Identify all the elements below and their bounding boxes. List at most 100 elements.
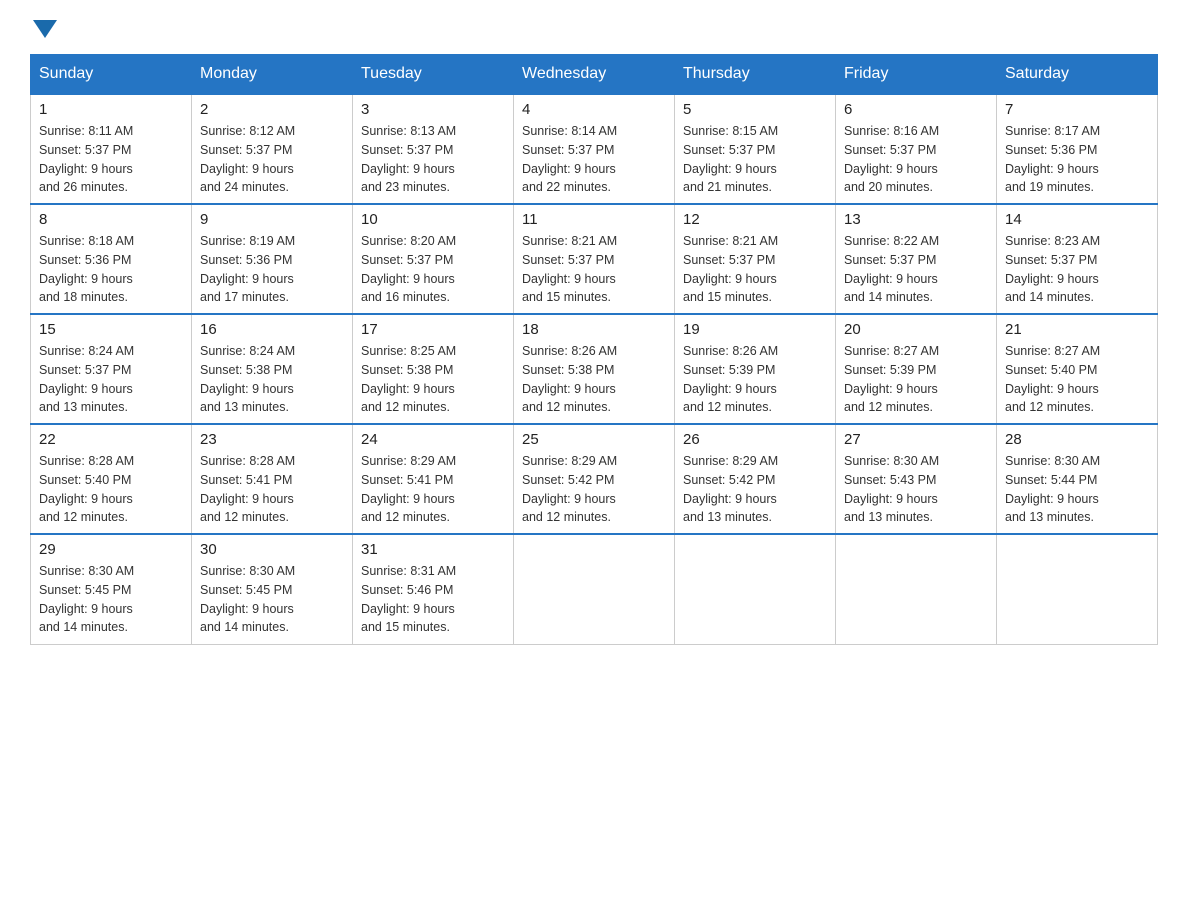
day-number: 13 (844, 211, 988, 228)
calendar-cell: 28 Sunrise: 8:30 AM Sunset: 5:44 PM Dayl… (997, 424, 1158, 534)
day-info: Sunrise: 8:24 AM Sunset: 5:38 PM Dayligh… (200, 342, 344, 417)
day-info: Sunrise: 8:26 AM Sunset: 5:38 PM Dayligh… (522, 342, 666, 417)
header-saturday: Saturday (997, 55, 1158, 95)
day-number: 16 (200, 321, 344, 338)
header-thursday: Thursday (675, 55, 836, 95)
day-number: 30 (200, 541, 344, 558)
day-info: Sunrise: 8:21 AM Sunset: 5:37 PM Dayligh… (522, 232, 666, 307)
day-info: Sunrise: 8:28 AM Sunset: 5:41 PM Dayligh… (200, 452, 344, 527)
day-number: 2 (200, 101, 344, 118)
day-info: Sunrise: 8:30 AM Sunset: 5:44 PM Dayligh… (1005, 452, 1149, 527)
calendar-cell: 19 Sunrise: 8:26 AM Sunset: 5:39 PM Dayl… (675, 314, 836, 424)
calendar-cell (997, 534, 1158, 644)
day-info: Sunrise: 8:21 AM Sunset: 5:37 PM Dayligh… (683, 232, 827, 307)
day-info: Sunrise: 8:18 AM Sunset: 5:36 PM Dayligh… (39, 232, 183, 307)
day-info: Sunrise: 8:30 AM Sunset: 5:45 PM Dayligh… (200, 562, 344, 637)
day-number: 27 (844, 431, 988, 448)
day-info: Sunrise: 8:27 AM Sunset: 5:40 PM Dayligh… (1005, 342, 1149, 417)
calendar-cell: 4 Sunrise: 8:14 AM Sunset: 5:37 PM Dayli… (514, 94, 675, 204)
day-number: 8 (39, 211, 183, 228)
calendar-cell: 24 Sunrise: 8:29 AM Sunset: 5:41 PM Dayl… (353, 424, 514, 534)
header-friday: Friday (836, 55, 997, 95)
day-number: 29 (39, 541, 183, 558)
calendar-cell: 25 Sunrise: 8:29 AM Sunset: 5:42 PM Dayl… (514, 424, 675, 534)
day-number: 21 (1005, 321, 1149, 338)
header-wednesday: Wednesday (514, 55, 675, 95)
day-number: 20 (844, 321, 988, 338)
logo-triangle-icon (33, 20, 57, 38)
day-number: 18 (522, 321, 666, 338)
calendar-cell: 10 Sunrise: 8:20 AM Sunset: 5:37 PM Dayl… (353, 204, 514, 314)
calendar-cell: 21 Sunrise: 8:27 AM Sunset: 5:40 PM Dayl… (997, 314, 1158, 424)
day-number: 28 (1005, 431, 1149, 448)
day-info: Sunrise: 8:29 AM Sunset: 5:42 PM Dayligh… (522, 452, 666, 527)
day-info: Sunrise: 8:19 AM Sunset: 5:36 PM Dayligh… (200, 232, 344, 307)
day-info: Sunrise: 8:25 AM Sunset: 5:38 PM Dayligh… (361, 342, 505, 417)
day-number: 1 (39, 101, 183, 118)
calendar-cell: 6 Sunrise: 8:16 AM Sunset: 5:37 PM Dayli… (836, 94, 997, 204)
header-monday: Monday (192, 55, 353, 95)
day-info: Sunrise: 8:26 AM Sunset: 5:39 PM Dayligh… (683, 342, 827, 417)
day-info: Sunrise: 8:30 AM Sunset: 5:45 PM Dayligh… (39, 562, 183, 637)
calendar-cell: 9 Sunrise: 8:19 AM Sunset: 5:36 PM Dayli… (192, 204, 353, 314)
day-info: Sunrise: 8:24 AM Sunset: 5:37 PM Dayligh… (39, 342, 183, 417)
page-header (30, 20, 1158, 34)
day-number: 26 (683, 431, 827, 448)
day-info: Sunrise: 8:12 AM Sunset: 5:37 PM Dayligh… (200, 122, 344, 197)
day-info: Sunrise: 8:20 AM Sunset: 5:37 PM Dayligh… (361, 232, 505, 307)
day-info: Sunrise: 8:16 AM Sunset: 5:37 PM Dayligh… (844, 122, 988, 197)
day-info: Sunrise: 8:29 AM Sunset: 5:42 PM Dayligh… (683, 452, 827, 527)
day-info: Sunrise: 8:30 AM Sunset: 5:43 PM Dayligh… (844, 452, 988, 527)
calendar-cell: 30 Sunrise: 8:30 AM Sunset: 5:45 PM Dayl… (192, 534, 353, 644)
day-number: 11 (522, 211, 666, 228)
day-number: 14 (1005, 211, 1149, 228)
calendar-cell: 23 Sunrise: 8:28 AM Sunset: 5:41 PM Dayl… (192, 424, 353, 534)
calendar-cell: 26 Sunrise: 8:29 AM Sunset: 5:42 PM Dayl… (675, 424, 836, 534)
day-number: 10 (361, 211, 505, 228)
calendar-cell: 22 Sunrise: 8:28 AM Sunset: 5:40 PM Dayl… (31, 424, 192, 534)
header-tuesday: Tuesday (353, 55, 514, 95)
calendar-cell: 7 Sunrise: 8:17 AM Sunset: 5:36 PM Dayli… (997, 94, 1158, 204)
day-number: 19 (683, 321, 827, 338)
calendar-cell: 8 Sunrise: 8:18 AM Sunset: 5:36 PM Dayli… (31, 204, 192, 314)
calendar-cell: 27 Sunrise: 8:30 AM Sunset: 5:43 PM Dayl… (836, 424, 997, 534)
calendar-header-row: SundayMondayTuesdayWednesdayThursdayFrid… (31, 55, 1158, 95)
calendar-cell: 16 Sunrise: 8:24 AM Sunset: 5:38 PM Dayl… (192, 314, 353, 424)
day-number: 24 (361, 431, 505, 448)
day-info: Sunrise: 8:23 AM Sunset: 5:37 PM Dayligh… (1005, 232, 1149, 307)
calendar-cell: 3 Sunrise: 8:13 AM Sunset: 5:37 PM Dayli… (353, 94, 514, 204)
day-number: 17 (361, 321, 505, 338)
day-info: Sunrise: 8:13 AM Sunset: 5:37 PM Dayligh… (361, 122, 505, 197)
calendar-cell: 11 Sunrise: 8:21 AM Sunset: 5:37 PM Dayl… (514, 204, 675, 314)
day-info: Sunrise: 8:17 AM Sunset: 5:36 PM Dayligh… (1005, 122, 1149, 197)
calendar-week-row: 29 Sunrise: 8:30 AM Sunset: 5:45 PM Dayl… (31, 534, 1158, 644)
calendar-week-row: 1 Sunrise: 8:11 AM Sunset: 5:37 PM Dayli… (31, 94, 1158, 204)
calendar-week-row: 15 Sunrise: 8:24 AM Sunset: 5:37 PM Dayl… (31, 314, 1158, 424)
calendar-cell: 15 Sunrise: 8:24 AM Sunset: 5:37 PM Dayl… (31, 314, 192, 424)
calendar-cell: 13 Sunrise: 8:22 AM Sunset: 5:37 PM Dayl… (836, 204, 997, 314)
day-number: 6 (844, 101, 988, 118)
day-number: 23 (200, 431, 344, 448)
calendar-cell: 31 Sunrise: 8:31 AM Sunset: 5:46 PM Dayl… (353, 534, 514, 644)
day-info: Sunrise: 8:11 AM Sunset: 5:37 PM Dayligh… (39, 122, 183, 197)
calendar-cell (836, 534, 997, 644)
day-number: 31 (361, 541, 505, 558)
calendar-cell (514, 534, 675, 644)
day-number: 7 (1005, 101, 1149, 118)
day-number: 25 (522, 431, 666, 448)
calendar-cell: 29 Sunrise: 8:30 AM Sunset: 5:45 PM Dayl… (31, 534, 192, 644)
day-info: Sunrise: 8:22 AM Sunset: 5:37 PM Dayligh… (844, 232, 988, 307)
day-number: 9 (200, 211, 344, 228)
calendar-cell: 14 Sunrise: 8:23 AM Sunset: 5:37 PM Dayl… (997, 204, 1158, 314)
calendar-cell: 2 Sunrise: 8:12 AM Sunset: 5:37 PM Dayli… (192, 94, 353, 204)
calendar-cell: 12 Sunrise: 8:21 AM Sunset: 5:37 PM Dayl… (675, 204, 836, 314)
calendar-cell: 1 Sunrise: 8:11 AM Sunset: 5:37 PM Dayli… (31, 94, 192, 204)
calendar-cell: 5 Sunrise: 8:15 AM Sunset: 5:37 PM Dayli… (675, 94, 836, 204)
day-number: 4 (522, 101, 666, 118)
day-info: Sunrise: 8:27 AM Sunset: 5:39 PM Dayligh… (844, 342, 988, 417)
day-info: Sunrise: 8:15 AM Sunset: 5:37 PM Dayligh… (683, 122, 827, 197)
calendar-cell (675, 534, 836, 644)
calendar-cell: 17 Sunrise: 8:25 AM Sunset: 5:38 PM Dayl… (353, 314, 514, 424)
day-info: Sunrise: 8:28 AM Sunset: 5:40 PM Dayligh… (39, 452, 183, 527)
day-info: Sunrise: 8:31 AM Sunset: 5:46 PM Dayligh… (361, 562, 505, 637)
